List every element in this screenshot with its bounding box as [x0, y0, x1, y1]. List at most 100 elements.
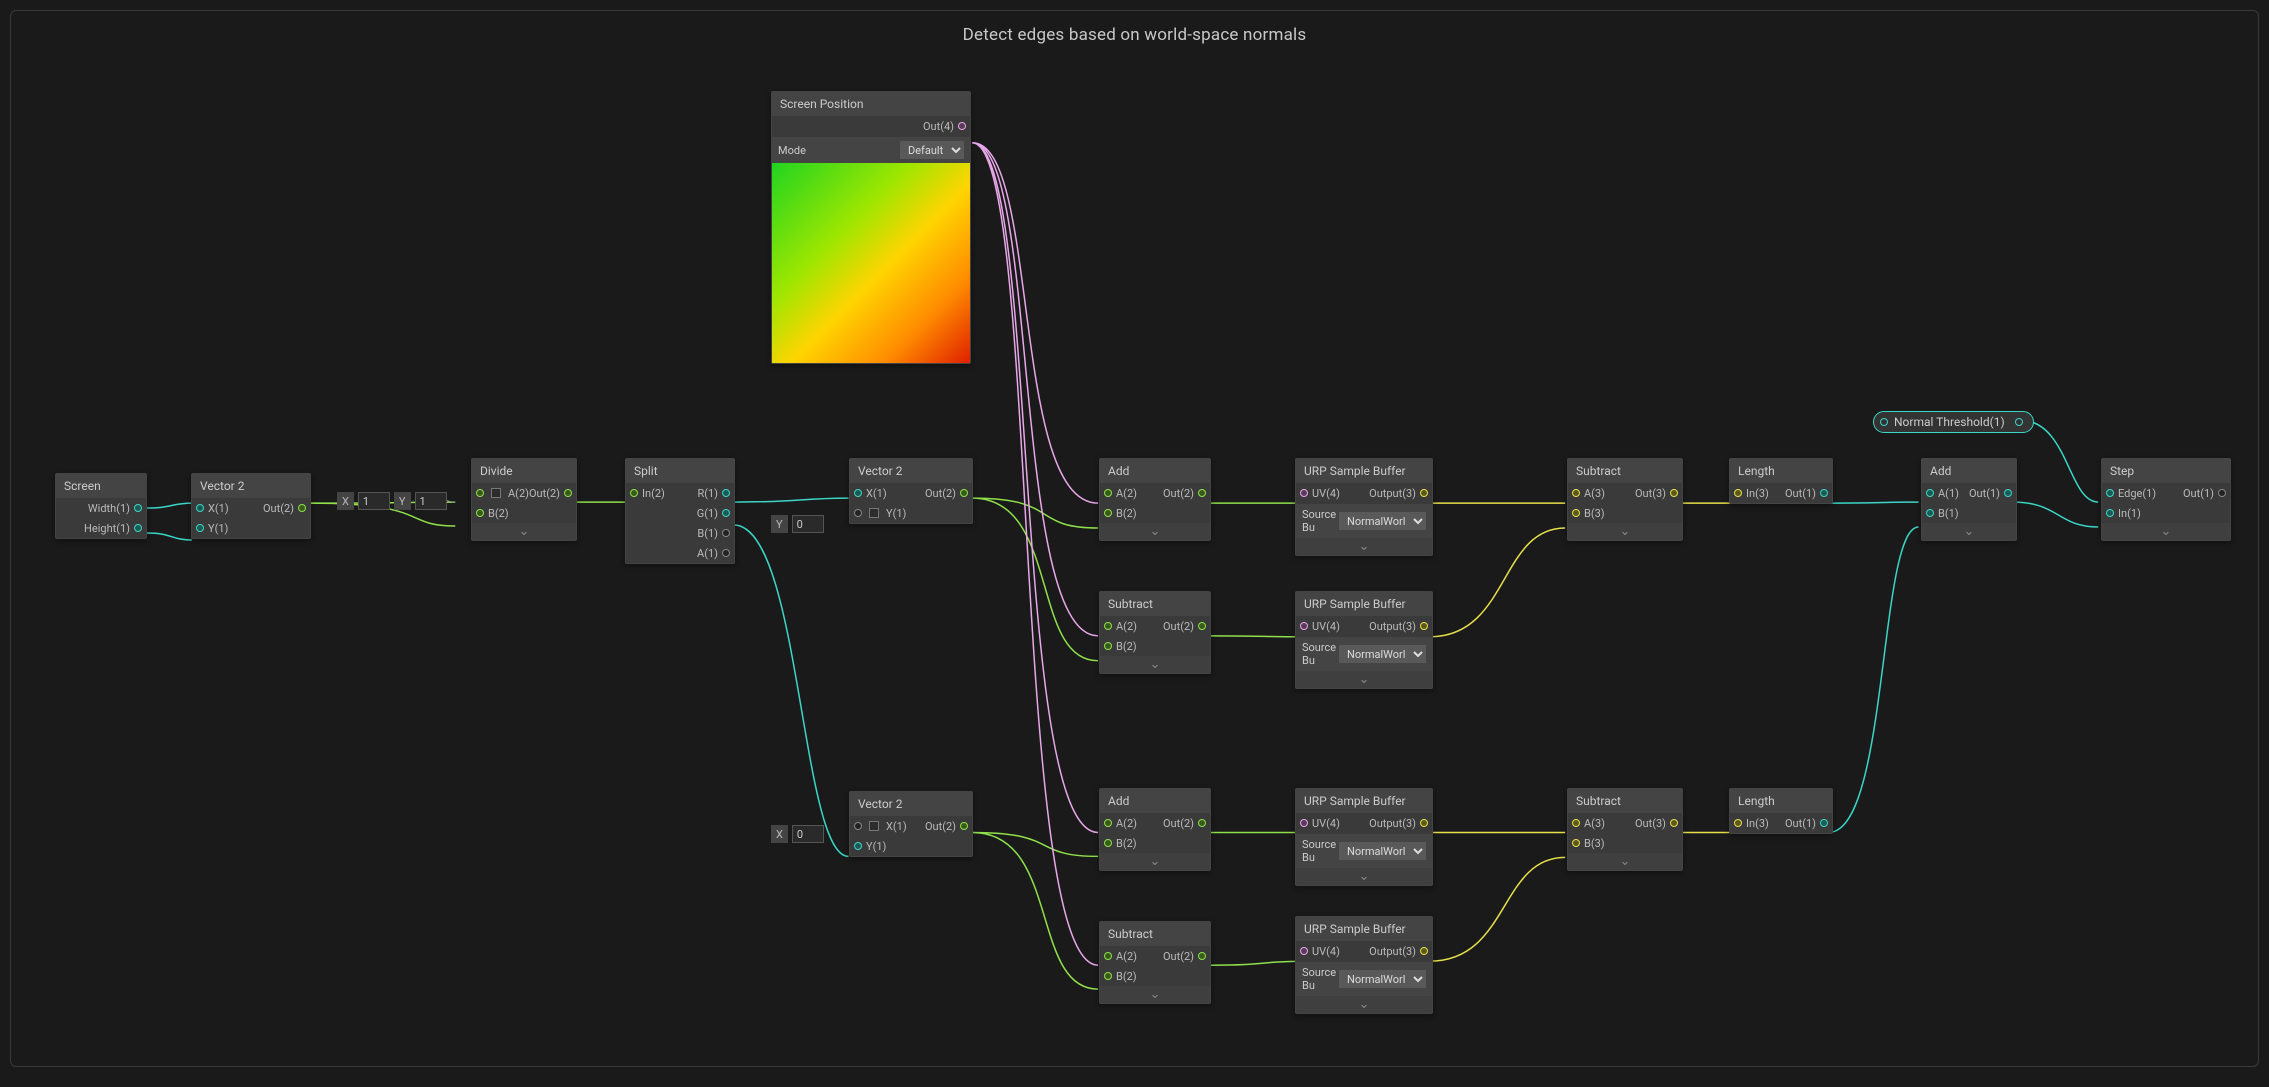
out-pin[interactable]: [722, 489, 730, 497]
out-pin[interactable]: [722, 529, 730, 537]
in-pin[interactable]: [1572, 509, 1580, 517]
vec2b-y-inline[interactable]: Y0: [771, 515, 824, 533]
in-pin[interactable]: [854, 842, 862, 850]
in-pin[interactable]: [1104, 972, 1112, 980]
chevron-down-icon[interactable]: ⌄: [1296, 671, 1432, 688]
property-out-pin[interactable]: [2015, 418, 2023, 426]
out-pin[interactable]: [1420, 489, 1428, 497]
screen-position-node[interactable]: Screen Position Out(4) Mode Default: [771, 91, 971, 364]
in-pin[interactable]: [854, 489, 862, 497]
in-pin[interactable]: [1104, 642, 1112, 650]
in-pin[interactable]: [476, 489, 484, 497]
x-value[interactable]: 0: [792, 825, 824, 843]
node-title[interactable]: Screen: [56, 474, 146, 498]
length-v-node[interactable]: Length In(3)Out(1): [1729, 788, 1833, 834]
out-pin[interactable]: [722, 509, 730, 517]
in-pin[interactable]: [1926, 509, 1934, 517]
add-h-node[interactable]: Add A(2)Out(2) B(2) ⌄: [1099, 458, 1211, 541]
chevron-down-icon[interactable]: ⌄: [1100, 656, 1210, 673]
chevron-down-icon[interactable]: ⌄: [472, 523, 576, 540]
in-pin[interactable]: [1104, 622, 1112, 630]
out-pin[interactable]: [134, 504, 142, 512]
node-title[interactable]: Vector 2: [850, 792, 972, 816]
in-pin[interactable]: [854, 822, 862, 830]
vector2-a-node[interactable]: Vector 2 X(1) Out(2) Y(1): [191, 473, 311, 539]
out-pin[interactable]: [1420, 622, 1428, 630]
node-title[interactable]: Step: [2102, 459, 2230, 483]
chevron-down-icon[interactable]: ⌄: [1100, 853, 1210, 870]
split-node[interactable]: Split In(2)R(1) G(1) B(1) A(1): [625, 458, 735, 564]
out-pin[interactable]: [134, 524, 142, 532]
node-title[interactable]: URP Sample Buffer: [1296, 459, 1432, 483]
node-title[interactable]: Vector 2: [850, 459, 972, 483]
chevron-down-icon[interactable]: ⌄: [1922, 523, 2016, 540]
urp-sample-2-node[interactable]: URP Sample Buffer UV(4)Output(3) Source …: [1295, 591, 1433, 689]
chevron-down-icon[interactable]: ⌄: [1100, 523, 1210, 540]
subtract-normals-v-node[interactable]: Subtract A(3)Out(3) B(3) ⌄: [1567, 788, 1683, 871]
node-title[interactable]: URP Sample Buffer: [1296, 592, 1432, 616]
out-pin[interactable]: [298, 504, 306, 512]
in-pin[interactable]: [1104, 509, 1112, 517]
urp-sample-4-node[interactable]: URP Sample Buffer UV(4)Output(3) Source …: [1295, 916, 1433, 1014]
chevron-down-icon[interactable]: ⌄: [1100, 986, 1210, 1003]
in-pin[interactable]: [854, 509, 862, 517]
out-pin[interactable]: [1198, 622, 1206, 630]
node-title[interactable]: Length: [1730, 789, 1832, 813]
node-title[interactable]: Subtract: [1100, 922, 1210, 946]
subtract-v-node[interactable]: Subtract A(2)Out(2) B(2) ⌄: [1099, 921, 1211, 1004]
out-pin[interactable]: [960, 822, 968, 830]
in-pin[interactable]: [476, 509, 484, 517]
chevron-down-icon[interactable]: ⌄: [1296, 996, 1432, 1013]
out-pin[interactable]: [2218, 489, 2226, 497]
in-pin[interactable]: [1926, 489, 1934, 497]
out-pin[interactable]: [1670, 819, 1678, 827]
subtract-normals-h-node[interactable]: Subtract A(3)Out(3) B(3) ⌄: [1567, 458, 1683, 541]
out-pin[interactable]: [1420, 819, 1428, 827]
node-title[interactable]: Subtract: [1100, 592, 1210, 616]
urp-sample-3-node[interactable]: URP Sample Buffer UV(4)Output(3) Source …: [1295, 788, 1433, 886]
node-title[interactable]: Add: [1100, 789, 1210, 813]
length-h-node[interactable]: Length In(3)Out(1): [1729, 458, 1833, 504]
node-title[interactable]: Screen Position: [772, 92, 970, 116]
out-pin[interactable]: [960, 489, 968, 497]
src-select[interactable]: NormalWorl: [1339, 970, 1426, 988]
chevron-down-icon[interactable]: ⌄: [1296, 868, 1432, 885]
in-pin[interactable]: [1300, 489, 1308, 497]
out-pin[interactable]: [1420, 947, 1428, 955]
in-pin[interactable]: [1300, 622, 1308, 630]
urp-sample-1-node[interactable]: URP Sample Buffer UV(4)Output(3) Source …: [1295, 458, 1433, 556]
screen-node[interactable]: Screen Width(1) Height(1): [55, 473, 147, 539]
in-pin[interactable]: [1572, 819, 1580, 827]
step-node[interactable]: Step Edge(1)Out(1) In(1) ⌄: [2101, 458, 2231, 541]
in-pin[interactable]: [1104, 839, 1112, 847]
in-pin[interactable]: [630, 489, 638, 497]
node-title[interactable]: Add: [1922, 459, 2016, 483]
in-pin[interactable]: [1104, 489, 1112, 497]
vector2-b-node[interactable]: Vector 2 X(1)Out(2) Y(1): [849, 458, 973, 524]
node-title[interactable]: Length: [1730, 459, 1832, 483]
in-pin[interactable]: [1572, 839, 1580, 847]
out-pin[interactable]: [2004, 489, 2012, 497]
node-title[interactable]: URP Sample Buffer: [1296, 917, 1432, 941]
divide-a-inline-xy[interactable]: X1 Y1: [337, 492, 447, 510]
vec2c-x-inline[interactable]: X0: [771, 825, 824, 843]
y-value[interactable]: 0: [792, 515, 824, 533]
chevron-down-icon[interactable]: ⌄: [1568, 853, 1682, 870]
node-title[interactable]: Divide: [472, 459, 576, 483]
x-value[interactable]: 1: [358, 492, 390, 510]
in-pin[interactable]: [1734, 819, 1742, 827]
node-title[interactable]: URP Sample Buffer: [1296, 789, 1432, 813]
in-pin[interactable]: [1104, 819, 1112, 827]
subtract-h-node[interactable]: Subtract A(2)Out(2) B(2) ⌄: [1099, 591, 1211, 674]
in-pin[interactable]: [1734, 489, 1742, 497]
src-select[interactable]: NormalWorl: [1339, 645, 1426, 663]
out-pin[interactable]: [564, 489, 572, 497]
out-pin[interactable]: [1198, 489, 1206, 497]
node-title[interactable]: Subtract: [1568, 789, 1682, 813]
node-title[interactable]: Add: [1100, 459, 1210, 483]
in-pin[interactable]: [2106, 489, 2114, 497]
chevron-down-icon[interactable]: ⌄: [2102, 523, 2230, 540]
out-pin[interactable]: [1670, 489, 1678, 497]
out-pin[interactable]: [1198, 952, 1206, 960]
in-pin[interactable]: [196, 504, 204, 512]
